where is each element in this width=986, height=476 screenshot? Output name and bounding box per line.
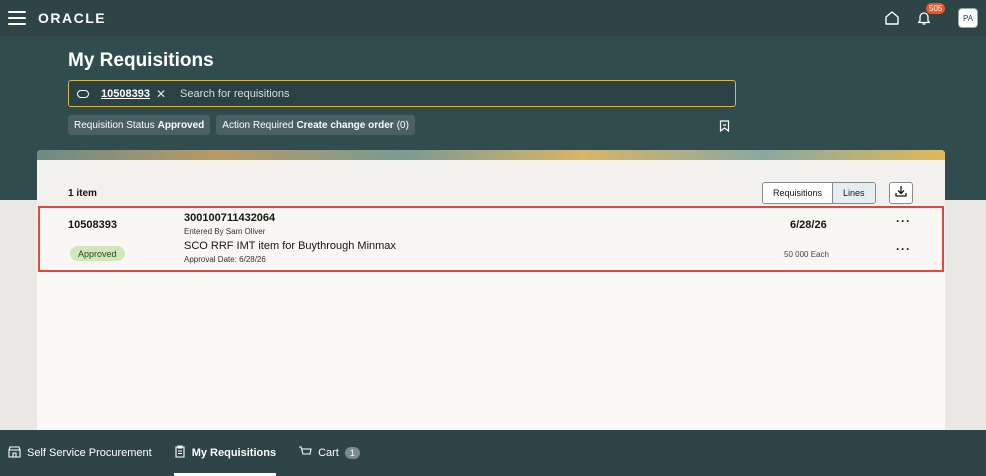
clipboard-icon — [174, 445, 186, 461]
filter-value: Approved — [157, 119, 205, 131]
close-icon[interactable]: ✕ — [156, 87, 166, 101]
nav-my-requisitions[interactable]: My Requisitions — [173, 430, 277, 476]
home-icon[interactable] — [884, 10, 900, 26]
requisitions-view-button[interactable]: Requisitions — [763, 183, 833, 203]
entered-by: Entered By Sam Oliver — [184, 227, 266, 236]
filter-value: Create change order — [296, 119, 394, 131]
filter-requisition-status[interactable]: Requisition Status Approved — [68, 115, 211, 135]
search-chip[interactable]: 10508393 — [101, 88, 150, 100]
nav-cart[interactable]: Cart 1 — [298, 430, 360, 476]
filter-action-required[interactable]: Action Required Create change order (0) — [216, 115, 415, 135]
nav-label: Cart — [318, 447, 339, 459]
view-toggle: Requisitions Lines — [762, 182, 876, 204]
results-header: 1 item Requisitions Lines — [37, 160, 945, 208]
filter-bar: Requisition Status Approved Action Requi… — [68, 115, 415, 135]
filter-count: (0) — [396, 119, 409, 131]
item-count: 1 item — [68, 188, 97, 199]
requisition-number: 300100711432064 — [184, 212, 276, 224]
nav-self-service-procurement[interactable]: Self Service Procurement — [8, 430, 152, 476]
notifications-button[interactable]: 505 — [916, 3, 946, 26]
nav-label: Self Service Procurement — [27, 447, 152, 459]
store-icon — [8, 445, 21, 461]
requisition-date: 6/28/26 — [790, 219, 827, 231]
oracle-logo[interactable]: ORACLE — [38, 10, 106, 26]
table-row[interactable]: 10508393 300100711432064 Entered By Sam … — [38, 206, 944, 272]
results-card: 1 item Requisitions Lines 10508393 30010… — [37, 150, 945, 430]
filter-chip-icon — [77, 89, 89, 98]
approval-date: Approval Date: 6/28/26 — [184, 255, 266, 264]
lines-view-button[interactable]: Lines — [832, 183, 875, 203]
user-avatar[interactable]: PA — [958, 8, 978, 28]
search-bar[interactable]: 10508393 ✕ — [68, 80, 736, 107]
filter-label: Action Required — [222, 119, 294, 131]
top-bar: ORACLE 505 PA — [0, 0, 986, 36]
filter-label: Requisition Status — [74, 119, 155, 131]
notification-badge: 505 — [926, 3, 946, 14]
bottom-navigation: Self Service Procurement My Requisitions… — [0, 430, 986, 476]
more-actions-button[interactable]: ··· — [896, 214, 911, 228]
status-badge: Approved — [70, 246, 125, 261]
decorative-banner — [37, 150, 945, 160]
cart-icon — [298, 445, 312, 461]
requisition-id[interactable]: 10508393 — [68, 219, 117, 231]
nav-label: My Requisitions — [191, 447, 277, 459]
search-input[interactable] — [180, 87, 727, 100]
bookmark-icon[interactable] — [719, 119, 730, 137]
item-description: SCO RRF IMT item for Buythrough Minmax — [184, 240, 396, 252]
download-icon — [895, 184, 907, 202]
download-button[interactable] — [889, 182, 913, 204]
cart-count-badge: 1 — [344, 447, 360, 459]
page-title: My Requisitions — [68, 50, 214, 71]
line-more-actions-button[interactable]: ··· — [896, 242, 911, 256]
menu-icon[interactable] — [8, 11, 26, 25]
quantity: 50 000 Each — [784, 250, 829, 259]
